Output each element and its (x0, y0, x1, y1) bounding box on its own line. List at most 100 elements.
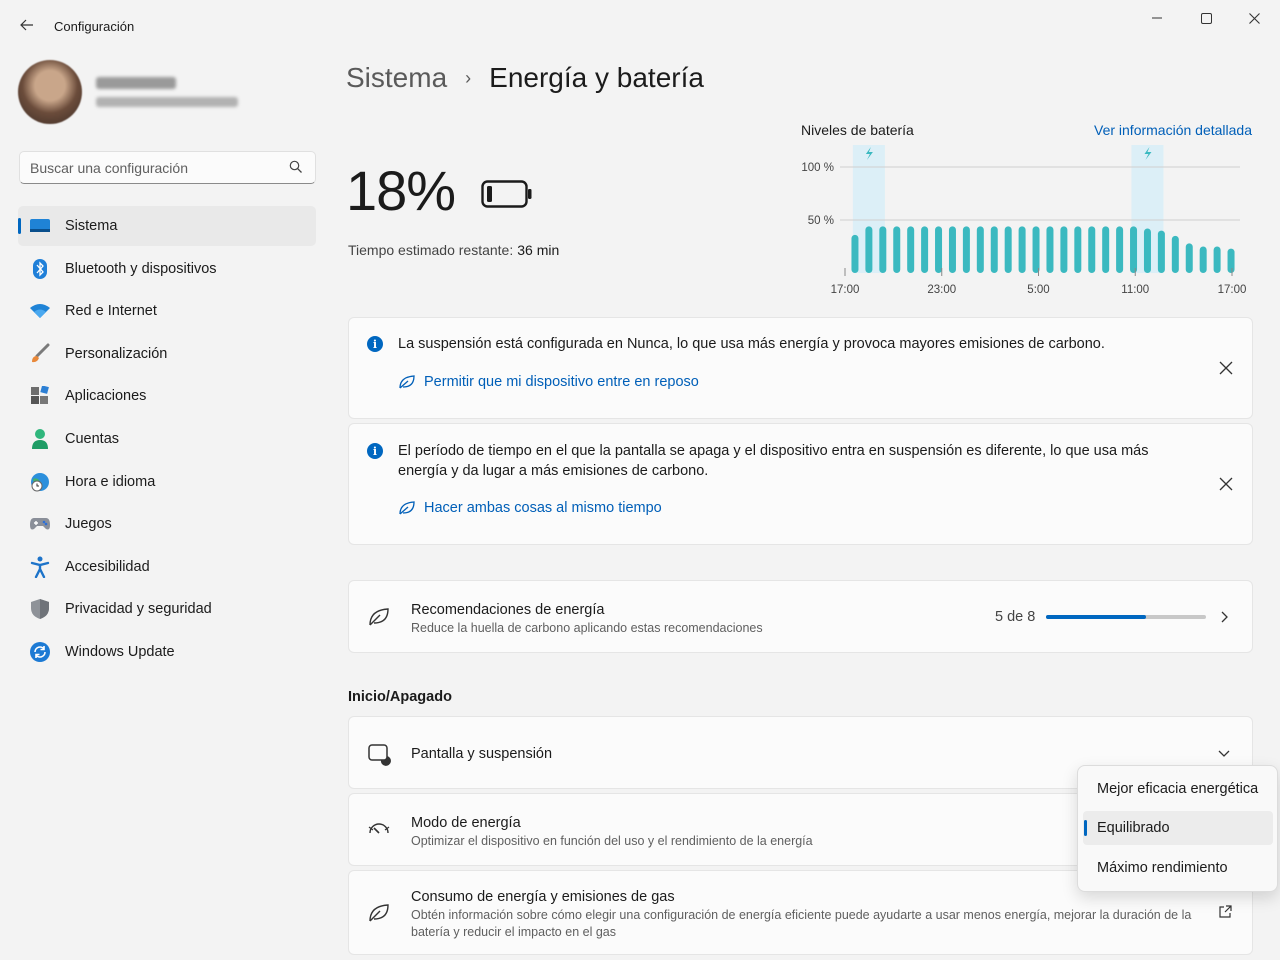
sidebar-item-accesibilidad[interactable]: Accesibilidad (18, 547, 316, 587)
search-input[interactable] (30, 158, 280, 178)
battery-icon (481, 180, 532, 208)
progress-fill (1046, 615, 1146, 619)
system-icon (29, 215, 51, 237)
sidebar-item-sistema[interactable]: Sistema (18, 206, 316, 246)
shield-icon (29, 598, 51, 620)
update-icon (29, 641, 51, 663)
battery-bar (1157, 230, 1165, 273)
page-title: Energía y batería (489, 62, 704, 93)
gamepad-icon (29, 513, 51, 535)
do-both-link[interactable]: Hacer ambas cosas al mismo tiempo (398, 500, 662, 516)
battery-bar (921, 226, 929, 273)
sidebar-item-label: Aplicaciones (65, 388, 147, 405)
chevron-right-icon (1221, 611, 1228, 623)
notice-text: La suspensión está configurada en Nunca,… (398, 336, 1105, 352)
x-tick-label: 23:00 (927, 284, 956, 296)
app-title: Configuración (54, 19, 135, 34)
battery-bar (1199, 246, 1207, 273)
x-tick-label: 5:00 (1027, 284, 1049, 296)
chevron-down-icon[interactable] (1218, 747, 1230, 759)
minimize-button[interactable] (1135, 4, 1179, 32)
x-tick-label: 11:00 (1121, 284, 1149, 296)
battery-bar (990, 226, 998, 273)
brush-icon (29, 343, 51, 365)
allow-sleep-link[interactable]: Permitir que mi dispositivo entre en rep… (398, 374, 699, 390)
battery-bar (1074, 226, 1082, 273)
info-icon: i (367, 336, 383, 352)
remaining-value: 36 min (517, 242, 560, 258)
y-tick-label: 100 % (801, 162, 834, 174)
battery-bar (907, 226, 915, 273)
maximize-icon (1200, 12, 1212, 24)
sidebar-item-label: Windows Update (65, 643, 175, 660)
battery-bar (865, 226, 873, 273)
row-description: Obtén información sobre cómo elegir una … (411, 908, 1192, 939)
battery-bar (1143, 228, 1151, 273)
sidebar-item-red[interactable]: Red e Internet (18, 291, 316, 331)
sidebar-item-bluetooth[interactable]: Bluetooth y dispositivos (18, 249, 316, 289)
sidebar-nav: Sistema Bluetooth y dispositivos Red e I… (18, 206, 316, 675)
dismiss-notice-icon[interactable] (1218, 476, 1234, 492)
apps-icon (29, 385, 51, 407)
battery-bar (893, 226, 901, 273)
sidebar-item-label: Sistema (65, 218, 118, 234)
section-title: Inicio/Apagado (348, 689, 452, 705)
sidebar-item-aplicaciones[interactable]: Aplicaciones (18, 376, 316, 416)
sidebar-item-label: Cuentas (65, 430, 120, 447)
eco-leaf-icon (399, 375, 415, 389)
battery-bar (1227, 248, 1235, 273)
recommendations-count: 5 de 8 (995, 609, 1036, 625)
row-description: Reduce la huella de carbono aplicando es… (411, 621, 763, 635)
timeout-notice-card: i El período de tiempo en el que la pant… (348, 423, 1253, 545)
detailed-info-link[interactable]: Ver información detallada (1094, 122, 1252, 138)
power-mode-dropdown[interactable]: Mejor eficacia energética Equilibrado Má… (1077, 765, 1278, 892)
accessibility-icon (29, 556, 51, 578)
sidebar-item-privacidad[interactable]: Privacidad y seguridad (18, 589, 316, 629)
row-title: Recomendaciones de energía (411, 602, 605, 618)
x-tick-label: 17:00 (831, 284, 860, 296)
breadcrumb-parent[interactable]: Sistema (346, 62, 447, 94)
power-mode-option-efficiency[interactable]: Mejor eficacia energética (1083, 772, 1273, 806)
battery-bar (962, 226, 970, 273)
sidebar-item-label: Red e Internet (65, 303, 157, 320)
battery-bar (1046, 226, 1054, 273)
battery-bar (1060, 226, 1068, 273)
sidebar-item-personalizacion[interactable]: Personalización (18, 334, 316, 374)
power-mode-option-balanced[interactable]: Equilibrado (1083, 811, 1273, 845)
sidebar-item-windows-update[interactable]: Windows Update (18, 632, 316, 672)
battery-bar (935, 226, 943, 273)
power-mode-option-performance[interactable]: Máximo rendimiento (1083, 851, 1273, 885)
bluetooth-icon (29, 258, 51, 280)
sleep-notice-card: i La suspensión está configurada en Nunc… (348, 317, 1253, 419)
row-title: Modo de energía (411, 815, 521, 831)
battery-bar (1171, 235, 1179, 273)
dismiss-notice-icon[interactable] (1218, 360, 1234, 376)
maximize-button[interactable] (1184, 4, 1228, 32)
sidebar-item-label: Juegos (65, 516, 112, 533)
close-icon (1248, 12, 1260, 24)
battery-bar (851, 234, 859, 273)
search-icon[interactable] (289, 160, 303, 174)
speedometer-icon (368, 823, 390, 834)
avatar (18, 60, 82, 124)
breadcrumb: Sistema › Energía y batería (346, 62, 704, 94)
search-box[interactable] (19, 151, 316, 184)
sidebar-item-label: Personalización (65, 345, 168, 362)
sidebar-item-juegos[interactable]: Juegos (18, 504, 316, 544)
notice-text: El período de tiempo en el que la pantal… (398, 443, 1149, 479)
external-link-icon[interactable] (1218, 905, 1232, 919)
sidebar-item-hora[interactable]: Hora e idioma (18, 462, 316, 502)
back-button[interactable] (12, 10, 42, 40)
battery-bar (1088, 226, 1096, 273)
sidebar-item-label: Bluetooth y dispositivos (65, 260, 217, 277)
row-title: Consumo de energía y emisiones de gas (411, 889, 675, 905)
close-window-button[interactable] (1232, 4, 1276, 32)
sidebar-item-cuentas[interactable]: Cuentas (18, 419, 316, 459)
profile-email-blurred (96, 97, 238, 107)
battery-bar (1116, 226, 1124, 273)
battery-level-chart: 100 % 50 % 17:00 23:00 5:00 11:00 17:00 (801, 145, 1246, 296)
user-profile[interactable] (18, 60, 238, 124)
energy-recommendations-row[interactable]: Recomendaciones de energía Reduce la hue… (348, 580, 1253, 653)
back-arrow-icon (20, 19, 33, 31)
battery-bar (948, 226, 956, 273)
